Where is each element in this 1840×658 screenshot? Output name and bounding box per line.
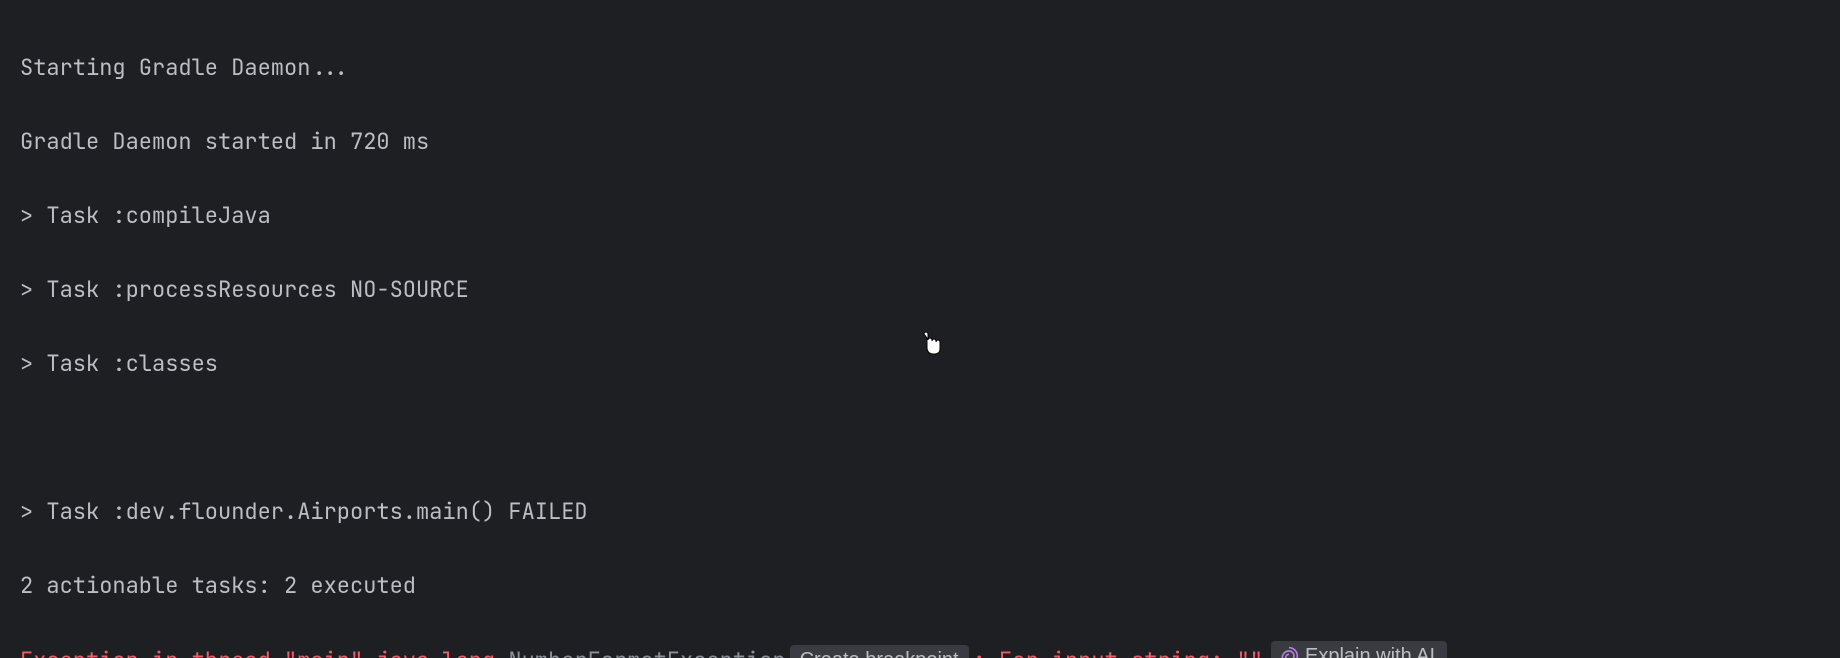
log-line: 2 actionable tasks: 2 executed	[20, 567, 1840, 604]
explain-with-ai-button[interactable]: Explain with AI	[1271, 641, 1447, 658]
explain-with-ai-label: Explain with AI	[1305, 641, 1435, 658]
console-output: Starting Gradle Daemon... Gradle Daemon …	[0, 0, 1840, 658]
log-line: Starting Gradle Daemon...	[20, 49, 1840, 86]
blank-line	[20, 419, 1840, 456]
log-line: Gradle Daemon started in 720 ms	[20, 123, 1840, 160]
create-breakpoint-button[interactable]: Create breakpoint	[790, 645, 969, 658]
exception-suffix: : For input string: ""	[973, 646, 1263, 658]
log-line: > Task :compileJava	[20, 197, 1840, 234]
log-line: > Task :dev.flounder.Airports.main() FAI…	[20, 493, 1840, 530]
ai-spiral-icon	[1279, 646, 1299, 658]
log-line: > Task :classes	[20, 345, 1840, 382]
exception-prefix: Exception in thread "main" java.lang.	[20, 646, 508, 658]
exception-class-link[interactable]: NumberFormatException	[508, 646, 785, 658]
exception-line: Exception in thread "main" java.lang.Num…	[20, 641, 1840, 658]
log-line: > Task :processResources NO-SOURCE	[20, 271, 1840, 308]
